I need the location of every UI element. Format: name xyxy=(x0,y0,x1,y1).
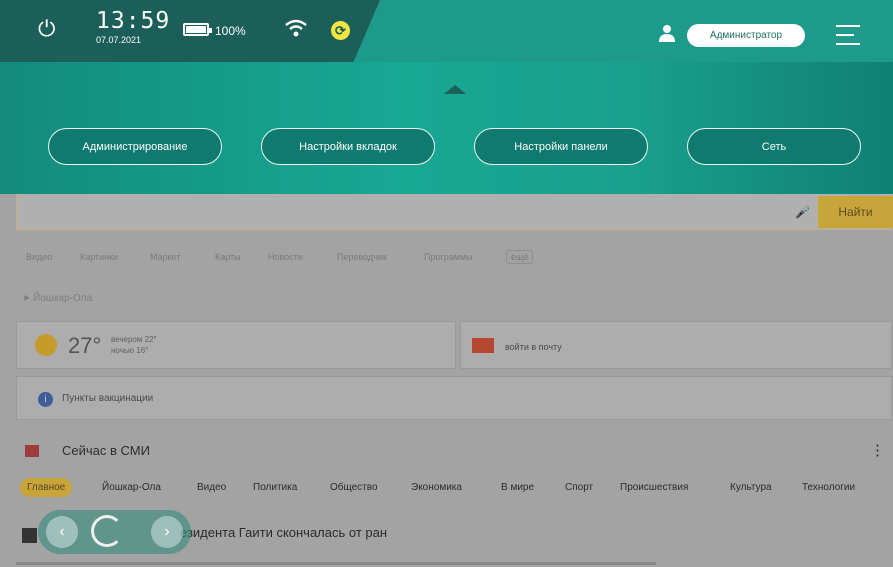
service-link-maps[interactable]: Карты xyxy=(215,252,241,262)
divider xyxy=(16,562,656,565)
news-tab-society[interactable]: Общество xyxy=(330,482,378,493)
reload-icon[interactable] xyxy=(91,515,123,547)
service-link-video[interactable]: Видео xyxy=(26,252,52,262)
tab-settings-button[interactable]: Настройки вкладок xyxy=(261,128,435,165)
news-headline[interactable]: езидента Гаити скончалась от ран xyxy=(180,525,387,540)
news-tab-economy[interactable]: Экономика xyxy=(411,482,462,493)
news-tab-world[interactable]: В мире xyxy=(501,482,534,493)
network-button[interactable]: Сеть xyxy=(687,128,861,165)
power-icon[interactable]: ⏻ xyxy=(38,18,55,40)
clock: 13:59 07.07.2021 xyxy=(96,8,171,46)
location-label: Йошкар-Ола xyxy=(33,293,93,304)
news-tab-technology[interactable]: Технологии xyxy=(802,482,855,493)
search-input[interactable] xyxy=(16,194,892,230)
weather-forecast: вечером 22° ночью 16° xyxy=(111,334,157,356)
battery-percent: 100% xyxy=(215,24,246,38)
administration-button[interactable]: Администрирование xyxy=(48,128,222,165)
news-tab-main[interactable]: Главное xyxy=(20,478,73,497)
sync-icon[interactable]: ⟳ xyxy=(331,21,350,40)
battery-icon xyxy=(183,23,212,36)
service-link-market[interactable]: Маркет xyxy=(150,252,180,262)
weather-temp: 27° xyxy=(68,333,102,358)
panel-settings-button[interactable]: Настройки панели xyxy=(474,128,648,165)
weather-night: ночью 16° xyxy=(111,346,149,355)
microphone-icon[interactable]: 🎤 xyxy=(795,205,810,219)
service-link-translate[interactable]: Переводчик xyxy=(337,252,387,262)
news-section-title: Сейчас в СМИ xyxy=(62,443,150,458)
battery-fill xyxy=(186,26,206,33)
news-icon xyxy=(25,445,39,457)
service-link-news[interactable]: Новости xyxy=(268,252,303,262)
back-icon[interactable]: ‹ xyxy=(46,516,78,548)
service-link-images[interactable]: Картинки xyxy=(80,252,118,262)
user-icon xyxy=(659,25,675,42)
more-options-icon[interactable]: ⋮ xyxy=(870,441,885,459)
mail-login-link[interactable]: войти в почту xyxy=(505,342,562,352)
forward-icon[interactable]: › xyxy=(151,516,183,548)
hamburger-menu-icon[interactable] xyxy=(836,25,860,52)
news-tab-sport[interactable]: Спорт xyxy=(565,482,593,493)
search-button[interactable]: Найти xyxy=(818,196,893,228)
weather-evening: вечером 22° xyxy=(111,335,157,344)
info-icon: i xyxy=(38,392,53,407)
news-tab-video[interactable]: Видео xyxy=(197,482,226,493)
clock-date: 07.07.2021 xyxy=(96,35,142,45)
news-thumbnail xyxy=(22,528,37,543)
service-link-programs[interactable]: Программы xyxy=(424,252,473,262)
news-tab-incidents[interactable]: Происшествия xyxy=(620,482,688,493)
news-tab-city[interactable]: Йошкар-Ола xyxy=(102,482,161,493)
clock-time: 13:59 xyxy=(96,8,171,34)
sun-icon xyxy=(35,334,57,356)
vaccination-link[interactable]: Пункты вакцинации xyxy=(62,393,153,404)
news-tab-culture[interactable]: Культура xyxy=(730,482,772,493)
wifi-icon xyxy=(285,19,307,37)
user-role-button[interactable]: Администратор xyxy=(687,24,805,47)
mail-icon xyxy=(472,338,494,353)
news-tab-politics[interactable]: Политика xyxy=(253,482,297,493)
location[interactable]: ➤ Йошкар-Ола xyxy=(22,293,92,304)
service-link-more[interactable]: ещё xyxy=(506,250,534,264)
collapse-panel-caret-icon[interactable] xyxy=(444,85,466,94)
